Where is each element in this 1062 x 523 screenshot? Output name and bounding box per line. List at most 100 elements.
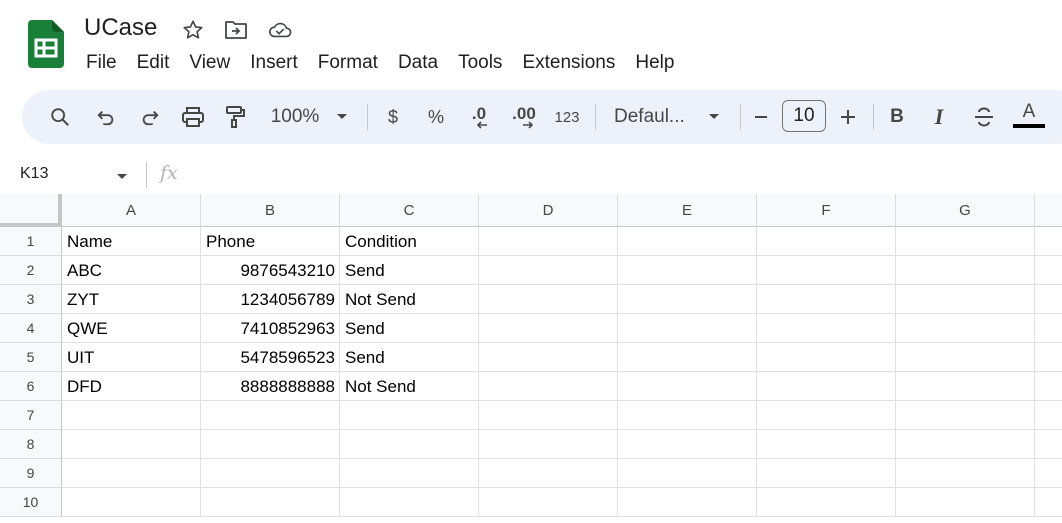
zoom-dropdown-icon[interactable] [332, 90, 352, 144]
row-header-8[interactable]: 8 [0, 430, 62, 459]
decrease-font-size-icon[interactable] [750, 90, 772, 144]
cell-a8[interactable] [62, 430, 201, 459]
format-percent-button[interactable]: % [424, 90, 448, 144]
cell-d1[interactable] [479, 227, 618, 256]
cell-a5[interactable]: UIT [62, 343, 201, 372]
increase-font-size-icon[interactable] [836, 90, 860, 144]
menu-format[interactable]: Format [308, 50, 388, 76]
strikethrough-icon[interactable] [972, 90, 996, 144]
document-title[interactable]: UCase [84, 14, 157, 42]
cell-h7[interactable] [1035, 401, 1062, 430]
menu-help[interactable]: Help [625, 50, 684, 76]
more-formats-button[interactable]: 123 [550, 90, 584, 144]
decrease-decimal-button[interactable]: .0 [464, 90, 494, 144]
row-header-2[interactable]: 2 [0, 256, 62, 285]
cell-d7[interactable] [479, 401, 618, 430]
cell-f2[interactable] [757, 256, 896, 285]
cell-g7[interactable] [896, 401, 1035, 430]
cell-h1[interactable] [1035, 227, 1062, 256]
cell-c4[interactable]: Send [340, 314, 479, 343]
cell-g3[interactable] [896, 285, 1035, 314]
cell-h5[interactable] [1035, 343, 1062, 372]
cell-f3[interactable] [757, 285, 896, 314]
cell-g6[interactable] [896, 372, 1035, 401]
search-menus-icon[interactable] [46, 90, 74, 144]
cell-f1[interactable] [757, 227, 896, 256]
row-header-4[interactable]: 4 [0, 314, 62, 343]
cell-e6[interactable] [618, 372, 757, 401]
cell-c5[interactable]: Send [340, 343, 479, 372]
menu-edit[interactable]: Edit [127, 50, 180, 76]
cell-b6[interactable]: 8888888888 [201, 372, 340, 401]
cell-f8[interactable] [757, 430, 896, 459]
cell-g8[interactable] [896, 430, 1035, 459]
cell-b5[interactable]: 5478596523 [201, 343, 340, 372]
cell-e1[interactable] [618, 227, 757, 256]
column-header-e[interactable]: E [618, 194, 757, 227]
cell-h9[interactable] [1035, 459, 1062, 488]
cell-b9[interactable] [201, 459, 340, 488]
star-icon[interactable] [181, 18, 205, 42]
cell-g4[interactable] [896, 314, 1035, 343]
font-family-select[interactable]: Defaul... [614, 90, 694, 144]
cell-h8[interactable] [1035, 430, 1062, 459]
cell-c10[interactable] [340, 488, 479, 517]
row-header-7[interactable]: 7 [0, 401, 62, 430]
formula-input[interactable] [200, 158, 1060, 190]
menu-data[interactable]: Data [388, 50, 448, 76]
column-header-b[interactable]: B [201, 194, 340, 227]
menu-extensions[interactable]: Extensions [512, 50, 625, 76]
column-header-overflow[interactable] [1035, 194, 1062, 227]
cell-g10[interactable] [896, 488, 1035, 517]
cell-c7[interactable] [340, 401, 479, 430]
cell-d5[interactable] [479, 343, 618, 372]
cell-h10[interactable] [1035, 488, 1062, 517]
cell-c8[interactable] [340, 430, 479, 459]
font-dropdown-icon[interactable] [704, 90, 724, 144]
bold-button[interactable]: B [886, 90, 908, 144]
cell-d8[interactable] [479, 430, 618, 459]
cell-h2[interactable] [1035, 256, 1062, 285]
cell-d4[interactable] [479, 314, 618, 343]
zoom-select[interactable]: 100% [266, 90, 324, 144]
cell-a10[interactable] [62, 488, 201, 517]
column-header-d[interactable]: D [479, 194, 618, 227]
cell-e5[interactable] [618, 343, 757, 372]
paint-format-icon[interactable] [222, 90, 248, 144]
cell-d9[interactable] [479, 459, 618, 488]
column-header-f[interactable]: F [757, 194, 896, 227]
cell-a4[interactable]: QWE [62, 314, 201, 343]
name-box-dropdown-icon[interactable] [116, 168, 128, 186]
cell-g5[interactable] [896, 343, 1035, 372]
cell-h6[interactable] [1035, 372, 1062, 401]
menu-file[interactable]: File [76, 50, 127, 76]
cell-f7[interactable] [757, 401, 896, 430]
cell-e3[interactable] [618, 285, 757, 314]
cell-d6[interactable] [479, 372, 618, 401]
cell-b3[interactable]: 1234056789 [201, 285, 340, 314]
cell-e2[interactable] [618, 256, 757, 285]
cell-c3[interactable]: Not Send [340, 285, 479, 314]
cloud-saved-icon[interactable] [268, 18, 292, 42]
cell-c1[interactable]: Condition [340, 227, 479, 256]
cell-f5[interactable] [757, 343, 896, 372]
move-to-folder-icon[interactable] [224, 18, 248, 42]
cell-d2[interactable] [479, 256, 618, 285]
cell-f9[interactable] [757, 459, 896, 488]
cell-b4[interactable]: 7410852963 [201, 314, 340, 343]
cell-d10[interactable] [479, 488, 618, 517]
redo-icon[interactable] [136, 90, 164, 144]
italic-button[interactable]: I [928, 90, 950, 144]
cell-e9[interactable] [618, 459, 757, 488]
column-header-c[interactable]: C [340, 194, 479, 227]
column-header-a[interactable]: A [62, 194, 201, 227]
cell-f6[interactable] [757, 372, 896, 401]
menu-insert[interactable]: Insert [240, 50, 308, 76]
cell-a9[interactable] [62, 459, 201, 488]
sheets-logo[interactable] [28, 20, 64, 68]
cell-e4[interactable] [618, 314, 757, 343]
font-size-input[interactable]: 10 [782, 100, 826, 132]
cell-c2[interactable]: Send [340, 256, 479, 285]
cell-b10[interactable] [201, 488, 340, 517]
cell-f10[interactable] [757, 488, 896, 517]
